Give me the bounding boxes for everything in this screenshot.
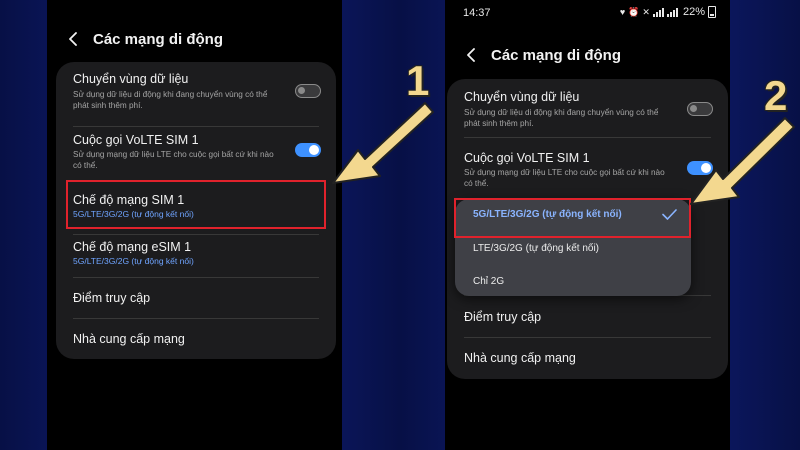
signal-icon (652, 7, 664, 17)
network-mode-esim1-title: Chế độ mạng eSIM 1 (73, 240, 192, 254)
network-operators-label: Nhà cung cấp mạng (464, 351, 576, 365)
volte-row[interactable]: Cuộc gọi VoLTE SIM 1 Sử dụng mạng dữ liệ… (447, 137, 728, 197)
volte-description: Sử dụng mạng dữ liệu LTE cho cuộc gọi bấ… (464, 168, 665, 188)
access-point-label: Điểm truy cập (464, 310, 542, 324)
status-bar: 14:37 ♥ ⏰ ✕ 22% (445, 0, 730, 26)
volte-title: Cuộc gọi VoLTE SIM 1 (464, 151, 590, 165)
page-title: Các mạng di động (93, 30, 224, 48)
pointer-arrow-icon (690, 117, 795, 205)
volte-description: Sử dụng mạng dữ liệu LTE cho cuộc gọi bấ… (73, 150, 274, 170)
dropdown-option-lte[interactable]: LTE/3G/2G (tự động kết nối) (473, 243, 599, 254)
roaming-title: Chuyển vùng dữ liệu (464, 90, 580, 104)
volte-title: Cuộc gọi VoLTE SIM 1 (73, 133, 199, 147)
highlight-dropdown-option (454, 198, 691, 238)
divider (73, 126, 319, 127)
highlight-network-mode-sim1 (66, 180, 326, 229)
header: Các mạng di động (47, 24, 342, 54)
roaming-row[interactable]: Chuyển vùng dữ liệu Sử dụng dữ liệu di đ… (56, 62, 336, 128)
alarm-icon: ⏰ (628, 6, 640, 17)
network-operators-row[interactable]: Nhà cung cấp mạng (56, 318, 336, 359)
network-operators-label: Nhà cung cấp mạng (73, 332, 185, 346)
network-mode-esim1-value: 5G/LTE/3G/2G (tự động kết nối) (73, 256, 194, 266)
roaming-description: Sử dụng dữ liệu di động khi đang chuyển … (464, 108, 659, 128)
network-mode-esim1-row[interactable]: Chế độ mạng eSIM 1 5G/LTE/3G/2G (tự động… (56, 234, 336, 280)
battery-icon (708, 6, 716, 18)
roaming-toggle[interactable] (295, 84, 321, 98)
mute-icon: ✕ (642, 6, 650, 17)
status-icons: ♥ ⏰ ✕ 22% (620, 6, 716, 18)
roaming-title: Chuyển vùng dữ liệu (73, 72, 189, 86)
network-operators-row[interactable]: Nhà cung cấp mạng (447, 337, 728, 379)
header: Các mạng di động (445, 40, 730, 70)
status-time: 14:37 (463, 7, 491, 19)
roaming-description: Sử dụng dữ liệu di động khi đang chuyển … (73, 90, 268, 110)
roaming-row[interactable]: Chuyển vùng dữ liệu Sử dụng dữ liệu di đ… (447, 79, 728, 137)
dropdown-option-2g[interactable]: Chỉ 2G (473, 276, 504, 287)
signal-icon-2 (666, 7, 678, 17)
access-point-row[interactable]: Điểm truy cập (447, 295, 728, 337)
pointer-arrow-icon (332, 102, 434, 184)
volte-toggle[interactable] (295, 143, 321, 157)
access-point-row[interactable]: Điểm truy cập (56, 277, 336, 318)
page-title: Các mạng di động (491, 46, 622, 64)
back-arrow-icon[interactable] (61, 26, 87, 52)
back-arrow-icon[interactable] (459, 42, 485, 68)
volte-row[interactable]: Cuộc gọi VoLTE SIM 1 Sử dụng mạng dữ liệ… (56, 128, 336, 180)
access-point-label: Điểm truy cập (73, 291, 151, 305)
battery-percent: 22% (682, 6, 705, 18)
heart-icon: ♥ (619, 7, 626, 17)
